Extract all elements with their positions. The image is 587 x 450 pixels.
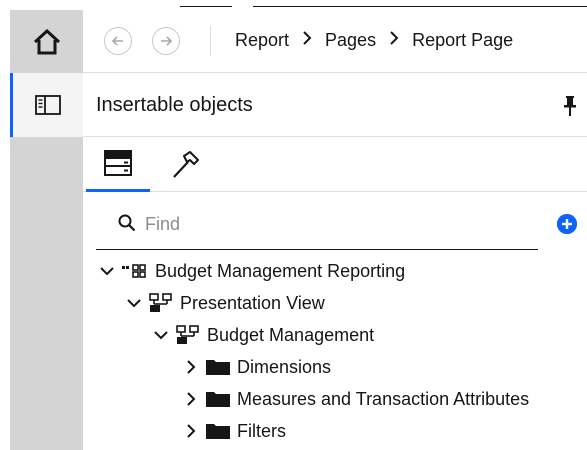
- search-bar: [96, 200, 538, 250]
- tree-item-label: Filters: [237, 420, 286, 441]
- tree-item-label: Measures and Transaction Attributes: [237, 388, 530, 409]
- chevron-right-icon: [389, 31, 399, 50]
- tree-item-folder[interactable]: Measures and Transaction Attributes: [182, 383, 529, 415]
- chevron-right-icon[interactable]: [182, 358, 200, 376]
- plus-circle-icon: [557, 214, 577, 234]
- main-area: Report Pages Report Page Insertable obje…: [83, 10, 587, 450]
- arrow-right-icon: [161, 36, 173, 46]
- left-rail: [10, 10, 83, 450]
- pin-icon: [564, 96, 576, 116]
- tree-item-folder[interactable]: Dimensions: [182, 351, 331, 383]
- home-button[interactable]: [10, 10, 83, 73]
- panel-title: Insertable objects: [96, 94, 253, 116]
- breadcrumb-item-report[interactable]: Report: [235, 30, 289, 51]
- namespace-icon: [149, 293, 173, 313]
- chevron-down-icon[interactable]: [152, 326, 170, 344]
- tree-item-label: Budget Management: [207, 324, 375, 345]
- top-strip: [0, 0, 587, 10]
- tree-item-namespace[interactable]: Presentation View: [125, 287, 325, 319]
- chevron-right-icon: [302, 31, 312, 50]
- tree-item-label: Presentation View: [180, 292, 325, 313]
- panel-header: Insertable objects: [83, 73, 587, 137]
- hammer-icon: [173, 150, 199, 178]
- breadcrumb-item-report-page[interactable]: Report Page: [412, 30, 513, 51]
- chevron-down-icon[interactable]: [98, 262, 116, 280]
- back-button[interactable]: [104, 27, 132, 55]
- side-panel-icon: [35, 95, 61, 115]
- chevron-right-icon[interactable]: [182, 422, 200, 440]
- breadcrumb: Report Pages Report Page: [235, 30, 513, 51]
- chevron-right-icon[interactable]: [182, 390, 200, 408]
- arrow-left-icon: [111, 36, 123, 46]
- package-icon: [122, 264, 148, 278]
- data-source-icon: [104, 150, 132, 176]
- namespace-icon: [176, 325, 200, 345]
- search-icon: [118, 214, 136, 237]
- search-input[interactable]: [145, 211, 525, 237]
- tree-item-package[interactable]: Budget Management Reporting: [98, 255, 405, 287]
- home-icon: [33, 28, 60, 54]
- tab-toolbox[interactable]: [153, 137, 217, 192]
- tab-data-sources[interactable]: [86, 137, 150, 192]
- tree-item-namespace[interactable]: Budget Management: [152, 319, 374, 351]
- add-button[interactable]: [557, 214, 577, 234]
- chevron-down-icon[interactable]: [125, 294, 143, 312]
- top-line: [253, 6, 587, 7]
- insertable-objects-rail-button[interactable]: [10, 73, 83, 137]
- breadcrumb-item-pages[interactable]: Pages: [325, 30, 376, 51]
- tree-item-folder[interactable]: Filters: [182, 415, 286, 447]
- tree-item-label: Budget Management Reporting: [155, 260, 406, 281]
- header-bar: Report Pages Report Page: [83, 10, 587, 73]
- header-divider: [210, 26, 211, 56]
- folder-icon: [206, 391, 230, 407]
- forward-button[interactable]: [152, 27, 180, 55]
- tree-item-label: Dimensions: [237, 356, 332, 377]
- folder-icon: [206, 423, 230, 439]
- top-line: [180, 6, 232, 7]
- panel-tabs: [83, 137, 587, 192]
- pin-button[interactable]: [563, 95, 577, 122]
- folder-icon: [206, 359, 230, 375]
